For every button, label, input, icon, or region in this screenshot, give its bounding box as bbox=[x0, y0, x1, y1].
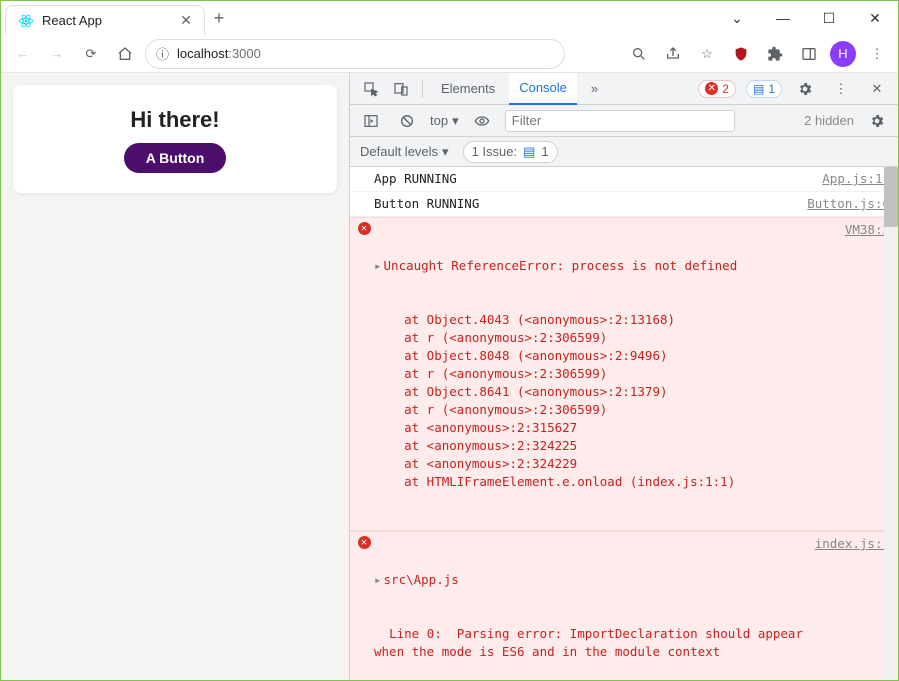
browser-tab[interactable]: React App ✕ bbox=[5, 5, 205, 35]
extensions-icon[interactable] bbox=[762, 41, 788, 67]
error-icon: ✕ bbox=[705, 82, 718, 95]
workspace: Hi there! A Button Elements Console » ✕2… bbox=[1, 73, 898, 680]
console-subtoolbar: Default levels ▾ 1 Issue: ▤ 1 bbox=[350, 137, 898, 167]
device-toggle-icon[interactable] bbox=[388, 76, 414, 102]
error-stack: Line 0: Parsing error: ImportDeclaration… bbox=[374, 625, 807, 680]
nav-back-icon[interactable]: ← bbox=[9, 40, 37, 68]
window-minimize-icon[interactable]: — bbox=[760, 1, 806, 35]
error-source-link[interactable]: index.js:1 bbox=[807, 535, 890, 680]
side-panel-icon[interactable] bbox=[796, 41, 822, 67]
app-heading: Hi there! bbox=[25, 107, 325, 133]
error-icon: ✕ bbox=[358, 222, 371, 235]
log-levels-selector[interactable]: Default levels ▾ bbox=[360, 144, 449, 160]
log-source-link[interactable]: Button.js:6 bbox=[799, 195, 890, 213]
new-tab-button[interactable]: + bbox=[205, 1, 233, 35]
devtools-menu-icon[interactable]: ⋮ bbox=[828, 76, 854, 102]
app-card: Hi there! A Button bbox=[13, 85, 337, 193]
window-controls: ⌄ — ☐ ✕ bbox=[714, 1, 898, 35]
error-source-link[interactable]: VM38:2 bbox=[837, 221, 890, 527]
hidden-count: 2 hidden bbox=[804, 113, 854, 128]
chevron-down-icon: ▾ bbox=[442, 144, 449, 160]
context-selector[interactable]: top ▾ bbox=[430, 113, 459, 129]
bookmark-icon[interactable]: ☆ bbox=[694, 41, 720, 67]
log-row: Button RUNNING Button.js:6 bbox=[350, 192, 898, 217]
expand-caret-icon[interactable]: ▸ bbox=[374, 258, 382, 273]
issues-chip[interactable]: 1 Issue: ▤ 1 bbox=[463, 141, 558, 163]
app-button[interactable]: A Button bbox=[124, 143, 227, 173]
log-message: Button RUNNING bbox=[374, 195, 799, 213]
clear-console-icon[interactable] bbox=[394, 108, 420, 134]
window-maximize-icon[interactable]: ☐ bbox=[806, 1, 852, 35]
page-viewport: Hi there! A Button bbox=[1, 73, 349, 680]
log-source-link[interactable]: App.js:11 bbox=[814, 170, 890, 188]
info-count-badge[interactable]: ▤1 bbox=[746, 80, 782, 98]
inspect-icon[interactable] bbox=[358, 76, 384, 102]
error-count: 2 bbox=[722, 82, 729, 96]
devtools-tabstrip: Elements Console » ✕2 ▤1 ⋮ ✕ bbox=[350, 73, 898, 105]
nav-forward-icon[interactable]: → bbox=[43, 40, 71, 68]
issue-count: 1 bbox=[541, 144, 548, 159]
error-stack: at Object.4043 (<anonymous>:2:13168) at … bbox=[374, 311, 837, 491]
devtools-panel: Elements Console » ✕2 ▤1 ⋮ ✕ top▾ bbox=[349, 73, 898, 680]
window-close-icon[interactable]: ✕ bbox=[852, 1, 898, 35]
error-count-badge[interactable]: ✕2 bbox=[698, 80, 736, 98]
nav-reload-icon[interactable]: ⟳ bbox=[77, 40, 105, 68]
console-settings-icon[interactable] bbox=[864, 108, 890, 134]
site-info-icon[interactable]: ⓘ bbox=[156, 44, 169, 63]
log-message: App RUNNING bbox=[374, 170, 814, 188]
log-levels-label: Default levels bbox=[360, 144, 438, 159]
info-count: 1 bbox=[768, 82, 775, 96]
error-row: ✕ ▸src\App.js Line 0: Parsing error: Imp… bbox=[350, 531, 898, 680]
react-favicon bbox=[18, 13, 34, 29]
console-output[interactable]: App RUNNING App.js:11 Button RUNNING But… bbox=[350, 167, 898, 680]
browser-toolbar: ← → ⟳ ⓘ localhost:3000 ☆ H ⋮ bbox=[1, 35, 898, 73]
error-row: ✕ ▸Uncaught ReferenceError: process is n… bbox=[350, 217, 898, 531]
browser-titlebar: React App ✕ + ⌄ — ☐ ✕ bbox=[1, 1, 898, 35]
console-sidebar-icon[interactable] bbox=[358, 108, 384, 134]
browser-menu-icon[interactable]: ⋮ bbox=[864, 41, 890, 67]
address-bar[interactable]: ⓘ localhost:3000 bbox=[145, 39, 565, 69]
error-message: src\App.js bbox=[384, 572, 459, 587]
scrollbar-track[interactable] bbox=[884, 167, 898, 680]
issue-icon: ▤ bbox=[523, 144, 535, 160]
expand-caret-icon[interactable]: ▸ bbox=[374, 572, 382, 587]
devtools-settings-icon[interactable] bbox=[792, 76, 818, 102]
scrollbar-thumb[interactable] bbox=[884, 167, 898, 227]
window-dropdown-icon[interactable]: ⌄ bbox=[714, 1, 760, 35]
tab-elements[interactable]: Elements bbox=[431, 73, 505, 105]
issue-label: 1 Issue: bbox=[472, 144, 518, 159]
tab-console[interactable]: Console bbox=[509, 73, 577, 105]
ublock-icon[interactable] bbox=[728, 41, 754, 67]
tab-overflow-icon[interactable]: » bbox=[581, 73, 608, 105]
chevron-down-icon: ▾ bbox=[452, 113, 459, 129]
tab-close-icon[interactable]: ✕ bbox=[180, 12, 192, 29]
url-host: localhost bbox=[177, 46, 228, 61]
info-icon: ▤ bbox=[753, 82, 764, 96]
live-expression-icon[interactable] bbox=[469, 108, 495, 134]
console-toolbar: top ▾ 2 hidden bbox=[350, 105, 898, 137]
share-icon[interactable] bbox=[660, 41, 686, 67]
tab-title: React App bbox=[42, 13, 102, 28]
zoom-icon[interactable] bbox=[626, 41, 652, 67]
error-message: Uncaught ReferenceError: process is not … bbox=[384, 258, 738, 273]
filter-input[interactable] bbox=[505, 110, 735, 132]
url-path: :3000 bbox=[228, 46, 261, 61]
profile-avatar[interactable]: H bbox=[830, 41, 856, 67]
devtools-close-icon[interactable]: ✕ bbox=[864, 76, 890, 102]
log-row: App RUNNING App.js:11 bbox=[350, 167, 898, 192]
context-label: top bbox=[430, 113, 448, 128]
error-icon: ✕ bbox=[358, 536, 371, 549]
nav-home-icon[interactable] bbox=[111, 40, 139, 68]
